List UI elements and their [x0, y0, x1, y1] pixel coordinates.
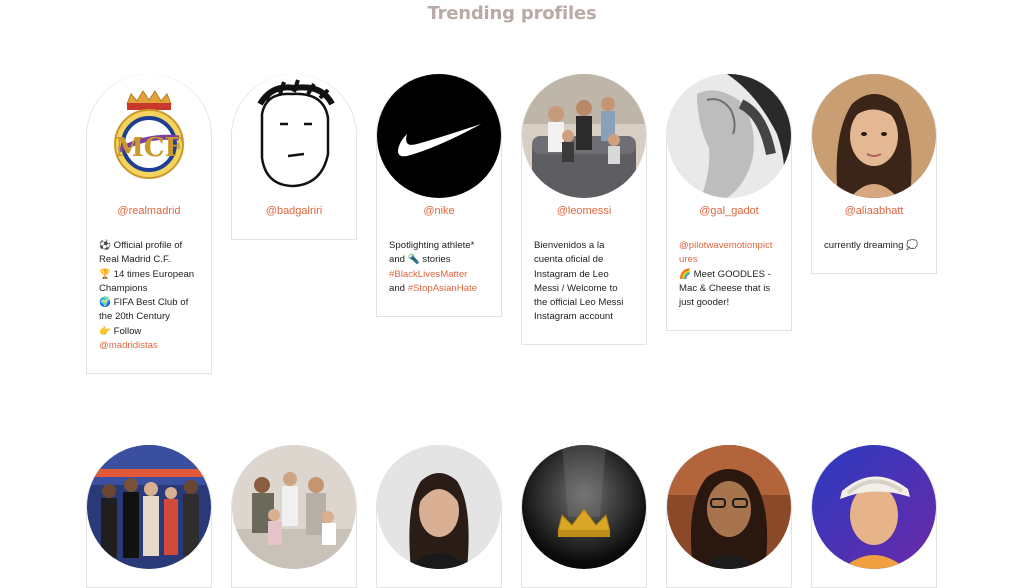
bio-link[interactable]: @pilotwavemotionpict: [679, 239, 783, 253]
doodle-face-icon[interactable]: [232, 74, 356, 198]
page-title: Trending profiles: [427, 3, 597, 24]
family-photo[interactable]: [522, 74, 646, 198]
profile-handle[interactable]: @aliaabhatt: [812, 205, 936, 217]
golden-crown-icon[interactable]: [522, 445, 646, 569]
nike-swoosh-icon[interactable]: [377, 74, 501, 198]
profile-card[interactable]: [811, 445, 937, 588]
profile-handle[interactable]: @nike: [377, 205, 501, 217]
portrait-photo[interactable]: [667, 445, 791, 569]
profile-card-badgalriri[interactable]: @badgalriri: [231, 74, 357, 240]
profile-handle[interactable]: @leomessi: [522, 205, 646, 217]
profile-bio: ⚽ Official profile of Real Madrid C.F. 🏆…: [99, 239, 203, 353]
hashtag-link[interactable]: #BlackLivesMatter: [389, 268, 493, 282]
illustrated-portrait[interactable]: [812, 445, 936, 569]
profile-handle[interactable]: @gal_gadot: [667, 205, 791, 217]
portrait-photo[interactable]: [667, 74, 791, 198]
profile-bio: Spotlighting athlete* and 🔦 stories #Bla…: [389, 239, 493, 296]
group-photo[interactable]: [87, 445, 211, 569]
hashtag-link[interactable]: #StopAsianHate: [408, 283, 477, 294]
svg-text:MCF: MCF: [115, 133, 183, 163]
portrait-photo[interactable]: [812, 74, 936, 198]
profile-card[interactable]: [521, 445, 647, 588]
profile-handle[interactable]: @badgalriri: [232, 205, 356, 217]
family-photo[interactable]: [232, 445, 356, 569]
profile-handle[interactable]: @realmadrid: [87, 205, 211, 217]
profile-card[interactable]: [376, 445, 502, 588]
profile-card[interactable]: [666, 445, 792, 588]
portrait-photo[interactable]: [377, 445, 501, 569]
profile-bio: Bienvenidos a la cuenta oficial de Insta…: [534, 240, 624, 323]
profile-card[interactable]: [231, 445, 357, 588]
profile-card-realmadrid[interactable]: MCF @realmadrid ⚽ Official profile of Re…: [86, 74, 212, 374]
profile-card-leomessi[interactable]: @leomessi Bienvenidos a la cuenta oficia…: [521, 74, 647, 345]
real-madrid-crest-icon[interactable]: MCF: [87, 74, 211, 198]
profile-bio: @pilotwavemotionpict ures 🌈 Meet GOODLES…: [679, 239, 783, 310]
profile-card-aliaabhatt[interactable]: @aliaabhatt currently dreaming 💭: [811, 74, 937, 274]
profile-card-nike[interactable]: @nike Spotlighting athlete* and 🔦 storie…: [376, 74, 502, 317]
profile-bio: currently dreaming 💭: [824, 240, 919, 251]
profile-card-gal-gadot[interactable]: @gal_gadot @pilotwavemotionpict ures 🌈 M…: [666, 74, 792, 331]
profile-card[interactable]: [86, 445, 212, 588]
bio-link[interactable]: @madridistas: [99, 339, 203, 353]
